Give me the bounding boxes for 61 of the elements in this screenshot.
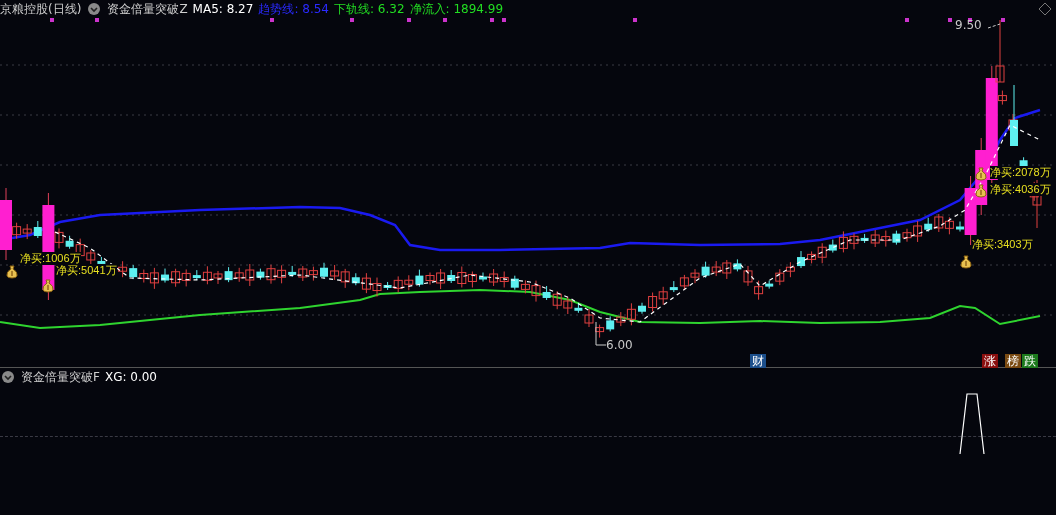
pointer-arrow (595, 321, 607, 346)
event-badge[interactable]: 跌 (1022, 354, 1038, 368)
candlestick (701, 261, 710, 279)
indicator-name: 资金倍量突破Z (107, 0, 188, 18)
money-bag-icon (974, 167, 988, 181)
candlestick (606, 315, 615, 332)
indicator-value: MA5: 8.27 (192, 2, 254, 16)
candlestick (118, 260, 128, 278)
money-bag-icon (959, 255, 973, 269)
candlestick (638, 302, 646, 315)
net-buy-label: 净买:5041万 (56, 264, 117, 277)
candlestick (595, 324, 605, 339)
price-label: 9.50 (955, 18, 982, 32)
candlestick (479, 272, 487, 282)
stock-name: 京粮控股(日线) (0, 0, 82, 18)
candlestick (934, 213, 944, 233)
candlestick (679, 274, 689, 291)
candlestick (711, 260, 721, 277)
candlestick (510, 275, 519, 291)
net-buy-label: 净买:1006万 (20, 252, 81, 265)
candlestick (213, 270, 223, 285)
candlestick (648, 292, 658, 312)
money-bag-icon (5, 265, 19, 279)
candlestick (467, 271, 477, 288)
candlestick (489, 268, 499, 287)
candlestick (171, 268, 181, 288)
indicator-value: 趋势线: 8.54 (258, 0, 329, 18)
net-buy-label: 净买:2078万 (990, 166, 1051, 179)
candlestick (797, 250, 805, 269)
indicator-name: 资金倍量突破F (21, 368, 100, 386)
candlestick (330, 264, 340, 281)
dropdown-icon[interactable] (88, 3, 101, 15)
candlestick (129, 264, 138, 280)
candlestick (892, 230, 901, 246)
indicator-value: XG: 0.00 (104, 370, 157, 384)
money-bag-icon (974, 184, 988, 198)
candlestick (298, 265, 308, 282)
net-buy-label: 净买:4036万 (990, 183, 1051, 196)
indicator-value: 下轨线: 6.32 (333, 0, 405, 18)
candlestick (499, 270, 509, 288)
money-bag-icon (41, 279, 55, 293)
candlestick (785, 261, 795, 278)
candlestick (404, 274, 414, 291)
candlestick (944, 216, 954, 235)
signal-line (959, 393, 985, 455)
candlestick (690, 268, 700, 284)
price-label: 6.00 (606, 338, 633, 352)
candlestick (224, 266, 233, 283)
candlestick (22, 223, 32, 240)
indicator-value: 净流入: 1894.99 (409, 0, 504, 18)
candlestick (161, 268, 169, 284)
net-buy-label: 净买:3403万 (972, 238, 1033, 251)
candlestick (881, 230, 891, 248)
candlestick (552, 290, 562, 310)
dropdown-icon[interactable] (2, 371, 14, 383)
event-badge[interactable]: 涨 (982, 354, 998, 368)
event-badge[interactable]: 财 (750, 354, 766, 368)
event-badge[interactable]: 榜 (1005, 354, 1021, 368)
diamond-icon[interactable] (1038, 2, 1052, 16)
candlestick (308, 266, 318, 282)
candlestick (320, 262, 328, 280)
